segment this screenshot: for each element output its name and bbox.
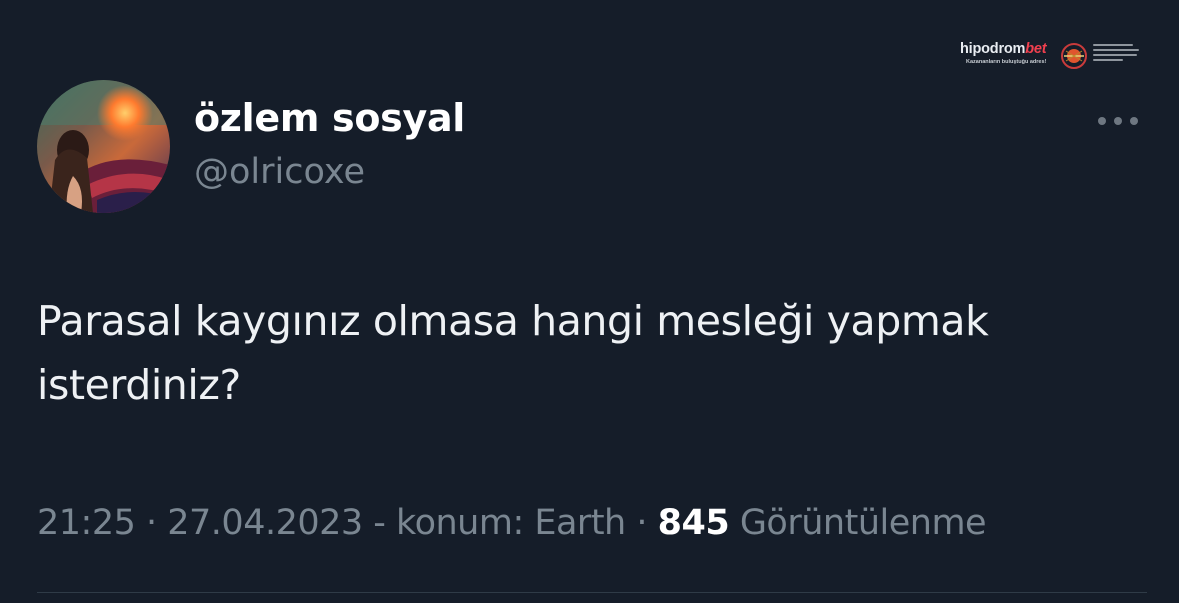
tweet-text-line: Parasal kaygınız olmasa hangi mesleği ya… <box>37 297 989 345</box>
tweet-date[interactable]: 27.04.2023 <box>167 503 363 543</box>
meta-separator: · <box>625 503 658 543</box>
tweet-meta: 21:25 · 27.04.2023 - konum: Earth · 845 … <box>37 503 987 543</box>
tweet-location: - konum: Earth <box>362 503 626 543</box>
more-horizontal-icon-dot <box>1130 117 1138 125</box>
divider <box>37 592 1147 593</box>
more-horizontal-icon-dot <box>1114 117 1122 125</box>
author-handle[interactable]: @olricoxe <box>194 152 365 192</box>
more-options-button[interactable] <box>1092 104 1144 136</box>
watermark-fineprint <box>1093 44 1141 64</box>
avatar-image <box>37 80 170 213</box>
meta-separator: · <box>135 503 168 543</box>
views-count[interactable]: 845 <box>658 503 730 543</box>
tweet-time[interactable]: 21:25 <box>37 503 136 543</box>
hipodrombet-watermark: hipodrombet Kazananların buluştuğu adres… <box>960 40 1145 74</box>
more-horizontal-icon <box>1098 117 1106 125</box>
tweet-text-line: isterdiniz? <box>37 361 241 409</box>
author-display-name[interactable]: özlem sosyal <box>194 96 465 140</box>
watermark-brand: hipodrombet <box>960 41 1047 57</box>
avatar[interactable] <box>37 80 170 213</box>
watermark-tagline: Kazananların buluştuğu adres! <box>966 59 1047 65</box>
views-label[interactable]: Görüntülenme <box>729 503 987 543</box>
tweet-text: Parasal kaygınız olmasa hangi mesleği ya… <box>37 289 1137 417</box>
tweet-card: hipodrombet Kazananların buluştuğu adres… <box>0 0 1179 603</box>
watermark-seal-icon <box>1061 43 1087 69</box>
